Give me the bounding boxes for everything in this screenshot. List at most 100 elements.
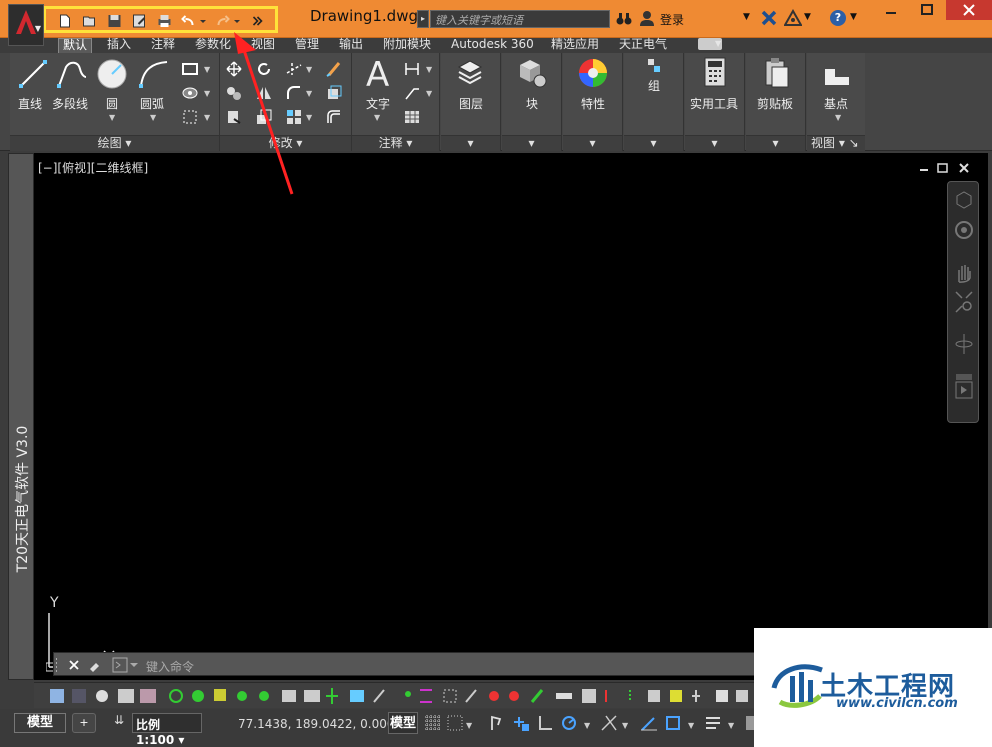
search-expand-icon[interactable]: ▸ — [417, 10, 429, 28]
viewcube-icon[interactable] — [954, 190, 974, 210]
chevron-down-icon[interactable]: ▼ — [426, 89, 432, 98]
minimize-button[interactable] — [874, 0, 908, 20]
tab-autodesk-360[interactable]: Autodesk 360 — [451, 38, 534, 53]
lineweight-icon[interactable] — [704, 714, 722, 732]
viewport-controls-label[interactable]: [−][俯视][二维线框] — [38, 159, 148, 176]
zoom-extents-icon[interactable] — [954, 290, 974, 314]
object-snap-tracking-icon[interactable] — [640, 714, 658, 732]
draw-panel-title[interactable]: 绘图 ▾ — [10, 135, 219, 151]
tab-manage[interactable]: 管理 — [295, 38, 319, 53]
maximize-button[interactable] — [910, 0, 944, 20]
tab-annotate[interactable]: 注释 — [151, 38, 175, 53]
boundary-icon[interactable] — [182, 109, 198, 125]
polyline-icon[interactable] — [56, 59, 88, 89]
ortho-icon[interactable] — [536, 714, 554, 732]
arc-label[interactable]: 圆弧 — [140, 95, 164, 112]
layers-icon[interactable] — [455, 57, 485, 87]
explode-icon[interactable] — [326, 85, 342, 101]
chevron-down-icon[interactable]: ▼ — [204, 89, 210, 98]
chevron-down-icon[interactable]: ▼ — [306, 89, 312, 98]
showmotion-icon[interactable] — [954, 372, 974, 402]
basepoint-icon[interactable] — [823, 65, 851, 87]
new-icon[interactable] — [56, 14, 72, 28]
tab-parametric[interactable]: 参数化 — [195, 38, 231, 53]
rectangle-icon[interactable] — [182, 61, 198, 77]
utilities-label[interactable]: 实用工具 — [690, 95, 738, 112]
command-line-controls[interactable] — [56, 657, 116, 673]
annotation-panel-title[interactable]: 注释 ▾ — [352, 135, 439, 151]
utilities-panel-expand[interactable]: ▾ — [685, 135, 744, 151]
login-link[interactable]: 登录 — [660, 11, 684, 28]
clipboard-panel-expand[interactable]: ▾ — [746, 135, 805, 151]
help-icon[interactable]: ? — [830, 10, 846, 26]
user-icon[interactable] — [640, 10, 654, 26]
chevron-down-icon[interactable]: ▼ — [743, 12, 750, 22]
table-icon[interactable] — [404, 109, 420, 125]
group-panel-expand[interactable]: ▾ — [624, 135, 683, 151]
chevron-down-icon[interactable]: ▼ — [850, 12, 857, 22]
polyline-label[interactable]: 多段线 — [52, 95, 88, 112]
redo-dropdown-icon[interactable] — [233, 14, 241, 28]
properties-label[interactable]: 特性 — [581, 95, 605, 112]
layers-label[interactable]: 图层 — [459, 95, 483, 112]
tab-featured-apps[interactable]: 精选应用 — [551, 38, 599, 53]
orbit-icon[interactable] — [954, 332, 974, 356]
hatch-icon[interactable] — [182, 85, 198, 101]
group-label[interactable]: 组 — [648, 77, 660, 94]
chevron-down-icon[interactable]: ▼ — [688, 721, 694, 730]
save-icon[interactable] — [106, 14, 122, 28]
tab-tangent-electric[interactable]: 天正电气 — [619, 38, 667, 53]
polar-tracking-icon[interactable] — [560, 714, 578, 732]
drawing-canvas[interactable]: [−][俯视][二维线框] Y — [34, 153, 988, 680]
chevron-down-icon[interactable]: ▼ — [728, 721, 734, 730]
properties-panel-expand[interactable]: ▾ — [563, 135, 622, 151]
block-label[interactable]: 块 — [526, 95, 538, 112]
tab-addins[interactable]: 附加模块 — [383, 38, 431, 53]
chevron-down-icon[interactable]: ▼ — [306, 113, 312, 122]
close-button[interactable] — [946, 0, 992, 20]
tab-insert[interactable]: 插入 — [107, 38, 131, 53]
steering-wheel-icon[interactable] — [954, 220, 974, 240]
infer-constraints-icon[interactable] — [488, 714, 506, 732]
model-space-button[interactable]: 模型 — [388, 712, 418, 734]
chevron-down-icon[interactable]: ▼ — [584, 721, 590, 730]
tangent-palette-strip[interactable]: T20天正电气软件 V3.0 — [8, 153, 34, 680]
more-commands-icon[interactable] — [249, 14, 265, 28]
application-menu-button[interactable]: ▼ — [8, 4, 44, 46]
circle-icon[interactable] — [96, 58, 128, 90]
chevron-down-icon[interactable]: ▼ — [715, 38, 721, 53]
chevron-down-icon[interactable]: ▼ — [835, 113, 841, 122]
object-snap-icon[interactable] — [664, 714, 682, 732]
undo-icon[interactable] — [180, 14, 196, 28]
redo-icon[interactable] — [214, 14, 230, 28]
clipboard-label[interactable]: 剪贴板 — [757, 95, 793, 112]
erase-icon[interactable] — [326, 61, 342, 77]
print-icon[interactable] — [156, 14, 172, 28]
command-prompt-icon[interactable] — [112, 657, 140, 673]
tab-default[interactable]: 默认 — [58, 38, 93, 53]
calculator-icon[interactable] — [703, 57, 727, 87]
clipboard-icon[interactable] — [764, 57, 790, 89]
chevron-down-icon[interactable]: ▼ — [109, 113, 115, 122]
dynamic-input-icon[interactable] — [512, 714, 530, 732]
pan-hand-icon[interactable] — [954, 262, 974, 284]
save-as-icon[interactable] — [131, 14, 147, 28]
tab-model[interactable]: 模型 — [14, 713, 66, 733]
offset-icon[interactable] — [326, 109, 342, 125]
exchange-x-icon[interactable] — [760, 9, 778, 27]
dimension-icon[interactable] — [404, 61, 420, 77]
binoculars-icon[interactable] — [616, 10, 632, 26]
command-line[interactable]: 键入命令 — [53, 652, 813, 676]
command-input[interactable]: 键入命令 — [146, 658, 194, 675]
leader-icon[interactable] — [404, 85, 420, 101]
line-icon[interactable] — [18, 59, 48, 89]
isodraft-icon[interactable] — [600, 714, 618, 732]
search-input[interactable]: 键入关键字或短语 — [430, 10, 610, 28]
chevron-down-icon[interactable]: ▼ — [204, 113, 210, 122]
chevron-down-icon[interactable]: ▼ — [204, 65, 210, 74]
layout-list-icon[interactable]: ⇊ — [114, 713, 124, 727]
line-label[interactable]: 直线 — [18, 95, 42, 112]
grid-icon[interactable] — [424, 714, 442, 732]
color-wheel-icon[interactable] — [577, 57, 609, 89]
chevron-down-icon[interactable]: ▼ — [374, 113, 380, 122]
